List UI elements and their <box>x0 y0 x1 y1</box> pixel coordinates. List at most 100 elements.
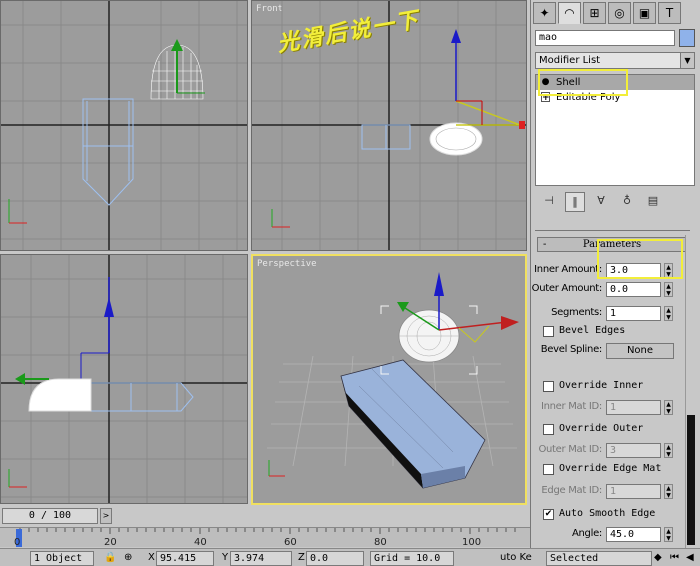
z-label: Z <box>298 552 305 563</box>
inner-mat-label: Inner Mat ID: <box>540 401 602 412</box>
modifier-list-dropdown[interactable]: Modifier List ▼ <box>535 52 695 69</box>
edge-mat-field: 1 <box>606 484 661 499</box>
bevel-spline-row: Bevel Spline: None <box>535 343 690 359</box>
pin-stack-icon[interactable]: ⊣ <box>539 192 559 212</box>
outer-mat-spinner: ▲ ▼ <box>664 443 673 458</box>
motion-icon: ◎ <box>614 6 625 20</box>
utilities-tab[interactable]: T <box>658 2 681 24</box>
override-outer-row: Override Outer <box>535 423 690 439</box>
override-edge-row: Override Edge Mat <box>535 463 690 479</box>
angle-field[interactable]: 45.0 <box>606 527 661 542</box>
set-key-icon[interactable]: ◆ <box>654 552 662 563</box>
auto-key-button[interactable]: uto Ke <box>500 552 532 563</box>
inner-mat-spinner: ▲ ▼ <box>664 400 673 415</box>
transform-mode-icon[interactable]: ⊕ <box>124 552 132 563</box>
ruler-tick-100: 100 <box>462 537 481 548</box>
viewport-left[interactable] <box>0 254 248 504</box>
bevel-edges-label: Bevel Edges <box>559 325 626 336</box>
x-label: X <box>148 552 155 563</box>
outer-amount-field[interactable]: 0.0 <box>606 282 661 297</box>
selected-dropdown[interactable]: Selected <box>546 551 652 566</box>
object-color-swatch[interactable] <box>679 29 695 47</box>
ruler-tick-80: 80 <box>374 537 387 548</box>
timeline-ruler[interactable]: 0 20 40 60 80 100 <box>0 527 530 548</box>
ruler-tick-0: 0 <box>14 537 20 548</box>
show-end-result-icon[interactable]: ‖ <box>565 192 585 212</box>
viewport-top-grid <box>1 1 247 250</box>
outer-amount-label: Outer Amount: <box>531 283 603 294</box>
bevel-spline-label: Bevel Spline: <box>540 344 603 355</box>
segments-field[interactable]: 1 <box>606 306 661 321</box>
display-icon: ▣ <box>638 6 651 20</box>
inner-mat-field: 1 <box>606 400 661 415</box>
segments-label: Segments: <box>551 307 602 318</box>
x-coordinate-field[interactable]: 95.415 <box>156 551 214 566</box>
ruler-tick-20: 20 <box>104 537 117 548</box>
viewport-perspective[interactable]: Perspective <box>251 254 527 505</box>
stack-tools: ⊣ ‖ ∀ ♁ ▤ <box>535 192 695 214</box>
outer-mat-label: Outer Mat ID: <box>538 444 602 455</box>
ruler-ticks: 0 20 40 60 80 100 <box>14 528 516 548</box>
remove-modifier-icon[interactable]: ♁ <box>617 192 637 212</box>
auto-smooth-checkbox[interactable]: ✔ <box>543 509 554 520</box>
modify-icon: ◠ <box>564 6 575 20</box>
override-outer-label: Override Outer <box>559 423 644 434</box>
prev-frame-icon[interactable]: ◀ <box>686 552 694 563</box>
outer-amount-row: Outer Amount: 0.0 ▲ ▼ <box>531 282 690 298</box>
ruler-tick-60: 60 <box>284 537 297 548</box>
panel-scroll-thumb[interactable] <box>687 415 695 545</box>
angle-row: Angle: 45.0 ▲ ▼ <box>535 527 690 543</box>
override-edge-label: Override Edge Mat <box>559 463 662 474</box>
modifier-list-label: Modifier List <box>539 55 601 66</box>
panel-scrollbar[interactable] <box>685 235 697 548</box>
display-tab[interactable]: ▣ <box>633 2 656 24</box>
hierarchy-icon: ⊞ <box>589 6 600 20</box>
goto-start-icon[interactable]: ⏮ <box>670 552 679 563</box>
create-tab[interactable]: ✦ <box>533 2 556 24</box>
y-coordinate-field[interactable]: 3.974 <box>230 551 292 566</box>
lock-icon[interactable]: 🔒 <box>104 552 116 563</box>
override-outer-checkbox[interactable] <box>543 424 554 435</box>
outer-mat-field: 3 <box>606 443 661 458</box>
modify-tab[interactable]: ◠ <box>558 2 581 24</box>
object-name-field[interactable]: mao <box>535 30 675 46</box>
segments-spinner[interactable]: ▲ ▼ <box>664 306 673 321</box>
inner-amount-label: Inner Amount: <box>534 264 602 275</box>
make-unique-icon[interactable]: ∀ <box>591 192 611 212</box>
z-coordinate-field[interactable]: 0.0 <box>306 551 364 566</box>
timeline: 0 / 100 > <box>0 505 530 527</box>
utilities-icon: T <box>665 6 674 20</box>
edge-mat-spinner: ▲ ▼ <box>664 484 673 499</box>
segments-row: Segments: 1 ▲ ▼ <box>535 306 690 322</box>
status-bar: 1 Object 🔒 ⊕ X 95.415 Y 3.974 Z 0.0 Grid… <box>0 548 700 566</box>
chevron-down-icon: ▼ <box>680 53 694 68</box>
motion-tab[interactable]: ◎ <box>608 2 631 24</box>
annotation-highlight-inner-amount <box>597 239 683 279</box>
selection-count: 1 Object <box>30 551 94 566</box>
hierarchy-tab[interactable]: ⊞ <box>583 2 606 24</box>
override-inner-label: Override Inner <box>559 380 644 391</box>
time-slider[interactable]: 0 / 100 <box>2 508 98 524</box>
collapse-icon: - <box>543 239 547 250</box>
outer-amount-spinner[interactable]: ▲ ▼ <box>664 282 673 297</box>
override-edge-checkbox[interactable] <box>543 464 554 475</box>
grid-size: Grid = 10.0 <box>370 551 454 566</box>
bevel-edges-checkbox[interactable] <box>543 326 554 337</box>
outer-mat-row: Outer Mat ID: 3 ▲ ▼ <box>535 443 690 459</box>
auto-smooth-label: Auto Smooth Edge <box>559 508 656 519</box>
viewport-top[interactable] <box>0 0 248 251</box>
auto-smooth-row: ✔ Auto Smooth Edge <box>535 508 690 524</box>
edge-mat-row: Edge Mat ID: 1 ▲ ▼ <box>535 484 690 500</box>
angle-spinner[interactable]: ▲ ▼ <box>664 527 673 542</box>
create-icon: ✦ <box>539 6 550 20</box>
time-next-button[interactable]: > <box>100 508 112 524</box>
override-inner-checkbox[interactable] <box>543 381 554 392</box>
command-panel-tabs: ✦ ◠ ⊞ ◎ ▣ T <box>533 2 681 24</box>
ruler-tick-40: 40 <box>194 537 207 548</box>
bevel-spline-button[interactable]: None <box>606 343 674 359</box>
viewport-perspective-scene <box>267 272 519 489</box>
viewport-left-grid <box>1 255 247 503</box>
inner-mat-row: Inner Mat ID: 1 ▲ ▼ <box>535 400 690 416</box>
edge-mat-label: Edge Mat ID: <box>541 485 602 496</box>
configure-sets-icon[interactable]: ▤ <box>643 192 663 212</box>
